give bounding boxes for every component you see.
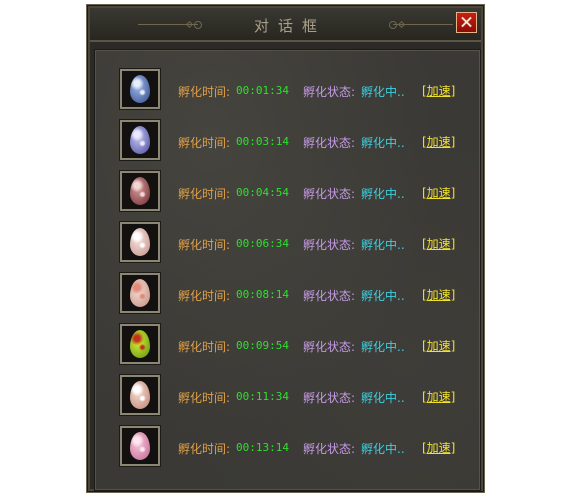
hatch-state-value: 孵化中.. [361, 238, 405, 252]
close-button[interactable] [456, 12, 477, 33]
hatch-state-label: 孵化状态: [303, 187, 356, 201]
hatch-time-value: 00:08:14 [236, 288, 289, 301]
hatch-time-value: 00:01:34 [236, 84, 289, 97]
title-bar[interactable]: 对话框 [90, 8, 481, 42]
egg-icon [130, 126, 150, 154]
egg-row: 孵化时间: 00:01:34 孵化状态: 孵化中.. [加速] [95, 69, 480, 112]
hatch-time-label: 孵化时间: [178, 391, 231, 405]
hatch-time-value: 00:13:14 [236, 441, 289, 454]
speed-up-button[interactable]: [加速] [422, 337, 455, 354]
egg-icon [130, 228, 150, 256]
hatch-time-value: 00:11:34 [236, 390, 289, 403]
dialog-title: 对话框 [253, 17, 326, 35]
egg-slot[interactable] [120, 222, 160, 262]
egg-icon [130, 279, 150, 307]
speed-up-button[interactable]: [加速] [422, 388, 455, 405]
hatch-state-value: 孵化中.. [361, 340, 405, 354]
hatch-state-label: 孵化状态: [303, 289, 356, 303]
hatch-state-value: 孵化中.. [361, 391, 405, 405]
dialog-window: 对话框 孵化时间: 00:01:34 孵化状态: 孵化中.. [加速] 孵化时间: 00:0… [86, 4, 485, 493]
egg-slot[interactable] [120, 375, 160, 415]
hatch-time-label: 孵化时间: [178, 289, 231, 303]
hatch-state-label: 孵化状态: [303, 238, 356, 252]
hatch-time-label: 孵化时间: [178, 85, 231, 99]
speed-up-button[interactable]: [加速] [422, 184, 455, 201]
speed-up-button[interactable]: [加速] [422, 82, 455, 99]
hatch-time-value: 00:09:54 [236, 339, 289, 352]
egg-row: 孵化时间: 00:11:34 孵化状态: 孵化中.. [加速] [95, 375, 480, 418]
hatch-time-label: 孵化时间: [178, 442, 231, 456]
egg-icon [130, 75, 150, 103]
hatch-time-value: 00:06:34 [236, 237, 289, 250]
speed-up-button[interactable]: [加速] [422, 235, 455, 252]
egg-row: 孵化时间: 00:06:34 孵化状态: 孵化中.. [加速] [95, 222, 480, 265]
hatch-state-value: 孵化中.. [361, 289, 405, 303]
hatch-time-value: 00:03:14 [236, 135, 289, 148]
egg-icon [130, 330, 150, 358]
egg-row: 孵化时间: 00:08:14 孵化状态: 孵化中.. [加速] [95, 273, 480, 316]
egg-slot[interactable] [120, 171, 160, 211]
title-ornament-right [389, 21, 453, 29]
egg-slot[interactable] [120, 273, 160, 313]
egg-slot[interactable] [120, 120, 160, 160]
egg-icon [130, 432, 150, 460]
hatch-state-value: 孵化中.. [361, 85, 405, 99]
hatch-time-label: 孵化时间: [178, 340, 231, 354]
speed-up-button[interactable]: [加速] [422, 439, 455, 456]
hatch-state-label: 孵化状态: [303, 136, 356, 150]
hatch-state-value: 孵化中.. [361, 187, 405, 201]
egg-slot[interactable] [120, 324, 160, 364]
egg-slot[interactable] [120, 426, 160, 466]
speed-up-button[interactable]: [加速] [422, 133, 455, 150]
hatch-state-label: 孵化状态: [303, 340, 356, 354]
hatch-state-label: 孵化状态: [303, 442, 356, 456]
egg-row: 孵化时间: 00:03:14 孵化状态: 孵化中.. [加速] [95, 120, 480, 163]
hatch-state-label: 孵化状态: [303, 85, 356, 99]
egg-icon [130, 177, 150, 205]
hatch-time-label: 孵化时间: [178, 187, 231, 201]
hatch-state-label: 孵化状态: [303, 391, 356, 405]
hatch-time-label: 孵化时间: [178, 136, 231, 150]
egg-icon [130, 381, 150, 409]
hatch-state-value: 孵化中.. [361, 136, 405, 150]
hatch-state-value: 孵化中.. [361, 442, 405, 456]
hatch-time-value: 00:04:54 [236, 186, 289, 199]
egg-slot[interactable] [120, 69, 160, 109]
egg-list-panel: 孵化时间: 00:01:34 孵化状态: 孵化中.. [加速] 孵化时间: 00:03:14… [94, 49, 481, 491]
egg-row: 孵化时间: 00:09:54 孵化状态: 孵化中.. [加速] [95, 324, 480, 367]
hatch-time-label: 孵化时间: [178, 238, 231, 252]
egg-row: 孵化时间: 00:04:54 孵化状态: 孵化中.. [加速] [95, 171, 480, 214]
speed-up-button[interactable]: [加速] [422, 286, 455, 303]
egg-row: 孵化时间: 00:13:14 孵化状态: 孵化中.. [加速] [95, 426, 480, 469]
